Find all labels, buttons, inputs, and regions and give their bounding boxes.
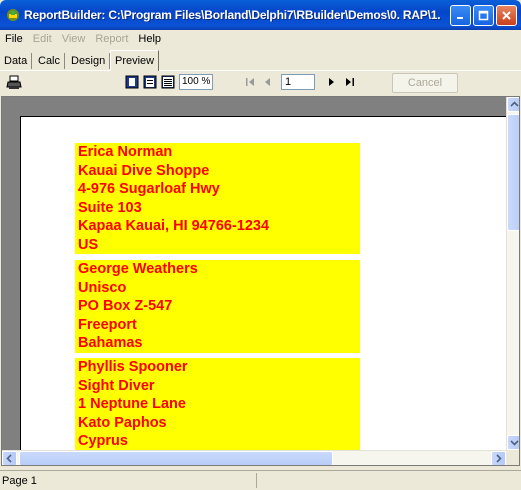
maximize-button[interactable]: [473, 5, 494, 26]
title-bar[interactable]: ReportBuilder: C:\Program Files\Borland\…: [0, 0, 521, 30]
label-line: Bahamas: [78, 335, 143, 351]
label-line: PO Box Z-547: [78, 298, 173, 314]
page-number-input[interactable]: 1: [281, 74, 315, 90]
menu-bar: File Edit View Report Help: [0, 30, 521, 48]
tab-design[interactable]: Design: [67, 53, 111, 69]
label-line: Cyprus: [78, 433, 128, 449]
label-line: George Weathers: [78, 261, 198, 277]
scroll-left-button[interactable]: [2, 451, 17, 465]
tab-strip: Data Calc Design Preview: [0, 50, 521, 71]
hundred-percent-icon[interactable]: [161, 75, 175, 89]
menu-file[interactable]: File: [0, 33, 28, 45]
status-bar: Page 1: [0, 470, 521, 490]
label-line: Erica Norman: [78, 144, 173, 160]
label-line: US: [78, 236, 99, 253]
whole-page-icon[interactable]: [125, 75, 139, 89]
label-line: Sight Diver: [78, 377, 155, 394]
label-line: Freeport: [78, 316, 137, 333]
label-line: 4-976 Sugarloaf Hwy: [78, 181, 220, 197]
close-button[interactable]: [496, 5, 517, 26]
prior-page-icon[interactable]: [262, 76, 274, 88]
label-line: Suite 103: [78, 199, 142, 216]
status-page-text: Page 1: [2, 475, 37, 487]
preview-viewport[interactable]: Erica Norman Kauai Dive Shoppe 4-976 Sug…: [1, 96, 520, 466]
scroll-up-button[interactable]: [507, 97, 519, 112]
label-line: Kapaa Kauai, HI 94766-1234: [78, 218, 270, 234]
menu-view[interactable]: View: [57, 33, 91, 45]
menu-help[interactable]: Help: [133, 33, 166, 45]
report-page: Erica Norman Kauai Dive Shoppe 4-976 Sug…: [20, 116, 510, 465]
tab-calc[interactable]: Calc: [34, 53, 66, 69]
address-label: Erica Norman Kauai Dive Shoppe 4-976 Sug…: [75, 143, 360, 254]
menu-edit[interactable]: Edit: [28, 33, 57, 45]
page-width-icon[interactable]: [143, 75, 157, 89]
window-title: ReportBuilder: C:\Program Files\Borland\…: [24, 8, 444, 22]
menu-report[interactable]: Report: [90, 33, 133, 45]
vertical-scrollbar[interactable]: [506, 97, 519, 450]
scroll-down-button[interactable]: [507, 435, 519, 450]
preview-toolbar: 100 % 1 Cancel: [0, 71, 521, 95]
label-line: Kauai Dive Shoppe: [78, 162, 210, 179]
app-icon: [6, 8, 20, 22]
last-page-icon[interactable]: [344, 76, 356, 88]
address-label: Phyllis Spooner Sight Diver 1 Neptune La…: [75, 358, 360, 451]
vertical-scroll-thumb[interactable]: [507, 114, 519, 231]
scrollbar-corner: [506, 450, 519, 465]
tab-data[interactable]: Data: [0, 53, 33, 69]
next-page-icon[interactable]: [326, 76, 338, 88]
horizontal-scrollbar[interactable]: [2, 450, 506, 465]
cancel-button[interactable]: Cancel: [392, 73, 458, 93]
address-label: George Weathers Unisco PO Box Z-547 Free…: [75, 260, 360, 353]
scroll-right-button[interactable]: [491, 451, 506, 465]
horizontal-scroll-thumb[interactable]: [19, 451, 333, 465]
zoom-input[interactable]: 100 %: [179, 74, 213, 90]
status-divider: [256, 473, 257, 488]
label-line: Kato Paphos: [78, 414, 167, 431]
tab-preview[interactable]: Preview: [110, 50, 160, 71]
label-line: Phyllis Spooner: [78, 359, 188, 375]
print-icon[interactable]: [6, 74, 22, 90]
minimize-button[interactable]: [450, 5, 471, 26]
label-line: 1 Neptune Lane: [78, 396, 186, 412]
first-page-icon[interactable]: [244, 76, 256, 88]
label-line: Unisco: [78, 279, 127, 296]
